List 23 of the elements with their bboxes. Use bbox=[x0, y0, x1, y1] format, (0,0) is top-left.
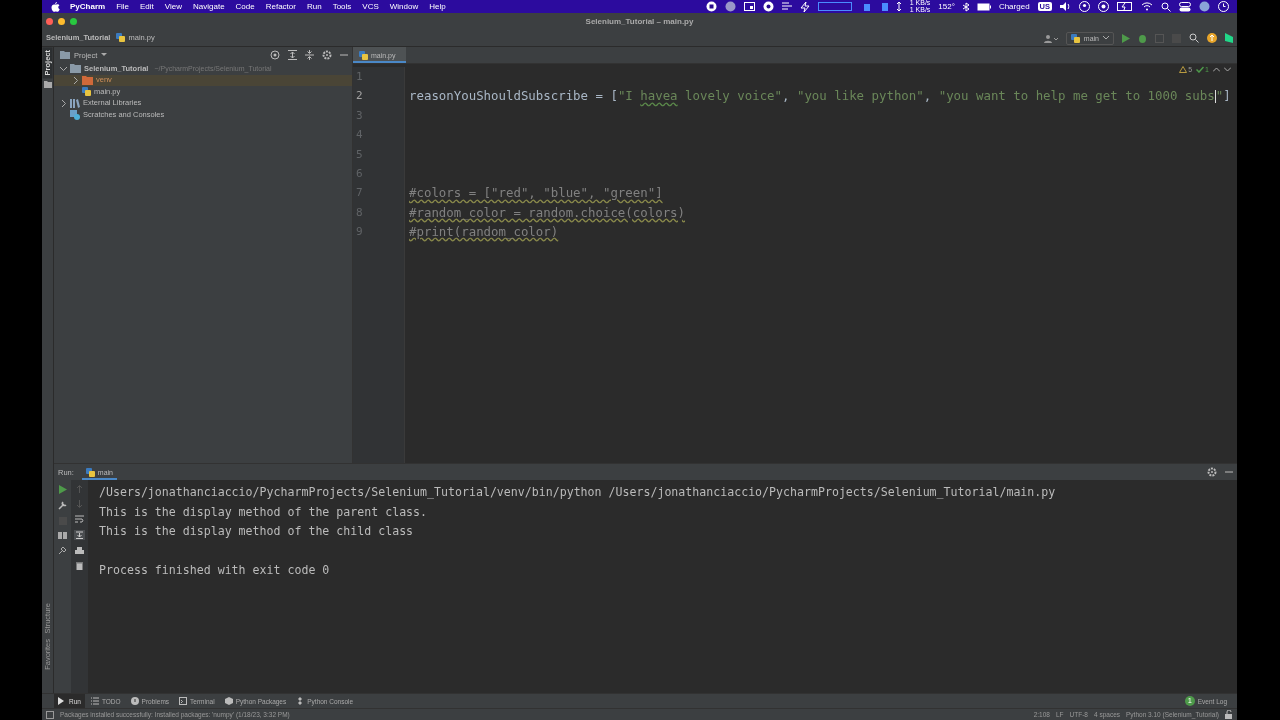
menu-item[interactable]: Refactor bbox=[265, 2, 296, 11]
console-output-line: This is the display method of the parent class. bbox=[99, 503, 429, 521]
code-line: #print(random_color) bbox=[409, 223, 559, 242]
console-output-line: This is the display method of the child class bbox=[99, 523, 415, 540]
menu-item[interactable]: VCS bbox=[362, 2, 379, 11]
line-number: 2 bbox=[355, 88, 363, 105]
console-output-line: /Users/jonathanciaccio/PycharmProjects/Selenium_Tutorial/venv/bin/python /Users/jonathanciaccio/PycharmProjects/Selenium_Tutorial/main.py bbox=[99, 484, 1056, 501]
menu-item[interactable]: Tools bbox=[332, 2, 352, 11]
menu-item[interactable]: Edit bbox=[140, 2, 154, 11]
menu-item[interactable]: Code bbox=[235, 2, 255, 11]
app-menu[interactable]: PyCharm bbox=[70, 2, 106, 11]
code-line: #random_color = random.choice(colors) bbox=[409, 203, 685, 222]
code-line: reasonYouShouldSubscribe = ["I havea lovely voice", "you like python", "you want to help me get to 1000 subs"] bbox=[409, 87, 1231, 106]
menu-item[interactable]: Run bbox=[306, 2, 322, 11]
console-output-line: Process finished with exit code 0 bbox=[99, 562, 331, 579]
menu-item[interactable]: Navigate bbox=[193, 2, 225, 11]
battery-status: Charged bbox=[998, 2, 1030, 11]
temperature: 152° bbox=[938, 2, 955, 11]
menu-item[interactable]: Window bbox=[389, 2, 419, 11]
menu-item[interactable]: Help bbox=[429, 2, 446, 11]
menu-item[interactable]: View bbox=[164, 2, 182, 11]
code-line: #colors = ["red", "blue", "green"] bbox=[409, 184, 663, 203]
menu-item[interactable]: File bbox=[116, 2, 129, 11]
